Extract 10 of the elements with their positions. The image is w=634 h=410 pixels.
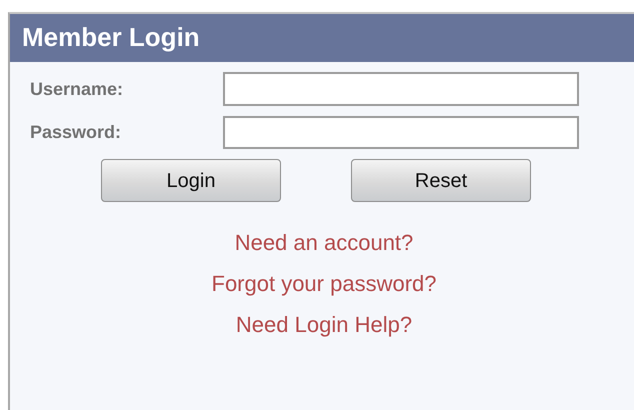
password-field[interactable] bbox=[223, 116, 579, 149]
help-link[interactable]: Need an account? bbox=[234, 226, 414, 260]
login-button[interactable]: Login bbox=[101, 159, 281, 202]
help-link[interactable]: Forgot your password? bbox=[212, 267, 436, 301]
username-field[interactable] bbox=[223, 72, 579, 106]
reset-button[interactable]: Reset bbox=[351, 159, 531, 202]
field-label: Password: bbox=[30, 121, 122, 144]
help-link[interactable]: Need Login Help? bbox=[236, 308, 412, 342]
field-label: Username: bbox=[30, 78, 124, 100]
panel-title: Member Login bbox=[10, 14, 634, 62]
